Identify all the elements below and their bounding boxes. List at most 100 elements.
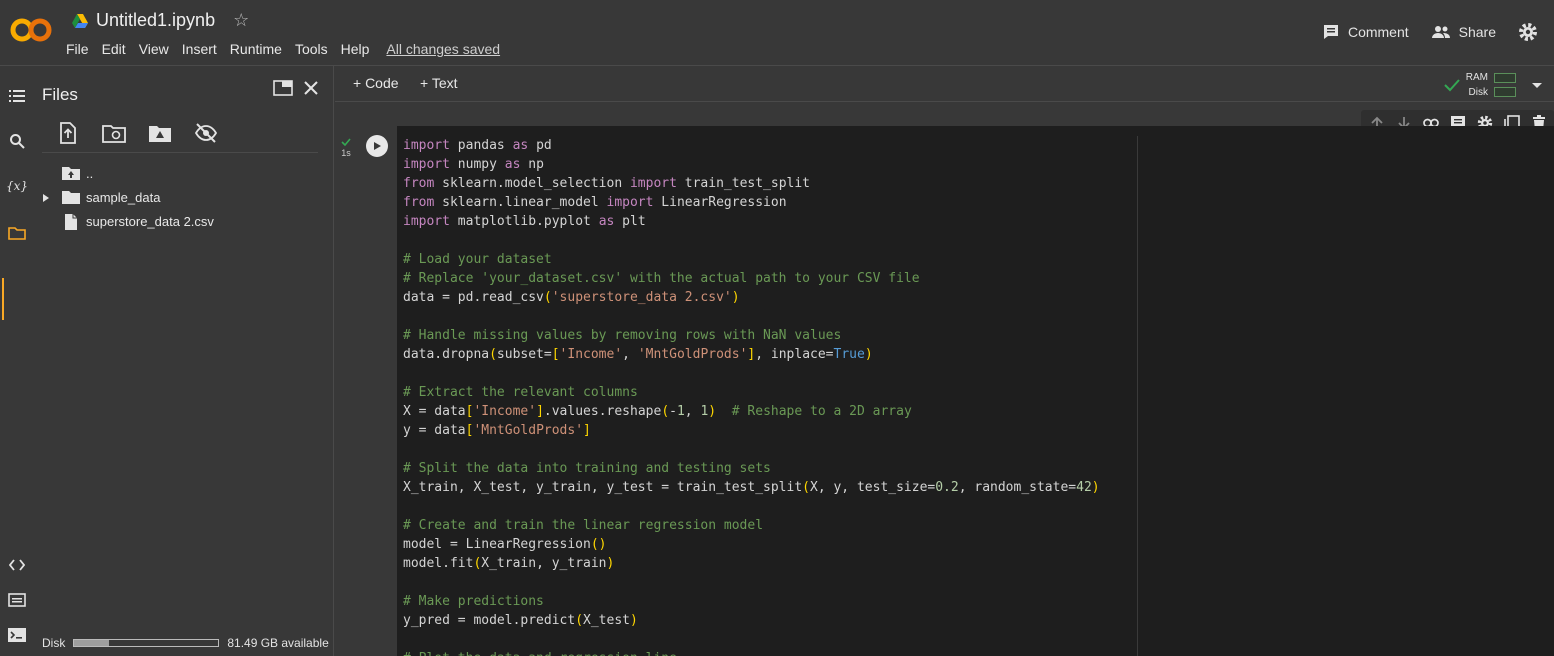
code-cell-editor[interactable]: import pandas as pd import numpy as np fro… <box>397 126 1554 656</box>
code-line: import pandas as pd <box>403 138 552 153</box>
command-palette-icon[interactable] <box>7 590 27 610</box>
code-line: import matplotlib.pyplot as plt <box>403 214 646 229</box>
caret-right-icon[interactable] <box>42 193 50 203</box>
files-panel: Files .. sample_data superstore_data 2.c… <box>34 66 334 656</box>
menu-file[interactable]: File <box>66 41 89 57</box>
resource-bars <box>1494 73 1516 97</box>
colab-logo[interactable] <box>10 16 52 44</box>
variables-icon[interactable]: {x} <box>6 176 28 196</box>
code-line: # Extract the relevant columns <box>403 385 638 400</box>
file-actions <box>56 122 218 144</box>
add-text-button[interactable]: + Text <box>420 75 458 91</box>
code-line: # Handle missing values by removing rows… <box>403 328 842 343</box>
menu-help[interactable]: Help <box>341 41 370 57</box>
menu-runtime[interactable]: Runtime <box>230 41 282 57</box>
code-line: import numpy as np <box>403 157 544 172</box>
menu-view[interactable]: View <box>139 41 169 57</box>
notebook-area: 1s import pandas as pd import numpy as np… <box>335 102 1554 656</box>
disk-res-label: Disk <box>1468 87 1488 98</box>
code-line: model.fit(X_train, y_train) <box>403 556 615 571</box>
add-code-button[interactable]: + Code <box>353 75 399 91</box>
disk-label: Disk <box>42 636 66 650</box>
star-icon[interactable]: ☆ <box>233 10 249 31</box>
menu-insert[interactable]: Insert <box>182 41 217 57</box>
save-status-link[interactable]: All changes saved <box>386 41 500 57</box>
folder-icon <box>62 191 80 204</box>
code-content[interactable]: import pandas as pd import numpy as np fro… <box>403 136 1100 656</box>
files-panel-title: Files <box>42 85 78 104</box>
line-length-ruler <box>1137 136 1138 656</box>
mount-drive-icon[interactable] <box>148 122 172 144</box>
ram-bar <box>1494 73 1516 83</box>
notebook-title[interactable]: Untitled1.ipynb <box>96 10 215 31</box>
search-icon[interactable] <box>7 131 27 151</box>
refresh-folder-icon[interactable] <box>102 122 126 144</box>
tree-item-label: .. <box>86 166 94 181</box>
comment-icon <box>1323 25 1338 39</box>
disk-usage-fill <box>74 640 109 646</box>
code-line: # Replace 'your_dataset.csv' with the ac… <box>403 271 920 286</box>
execution-status: 1s <box>340 138 352 158</box>
divider <box>42 152 318 153</box>
close-icon[interactable] <box>303 80 319 96</box>
menu-tools[interactable]: Tools <box>295 41 328 57</box>
gear-icon[interactable] <box>1518 22 1538 42</box>
chevron-down-icon[interactable] <box>1530 80 1544 90</box>
code-line: # Split the data into training and testi… <box>403 461 771 476</box>
app-header: Untitled1.ipynb ☆ File Edit View Insert … <box>0 0 1554 66</box>
folder-icon[interactable] <box>7 223 27 243</box>
comment-label: Comment <box>1347 24 1409 40</box>
check-icon <box>1444 79 1460 92</box>
upload-file-icon[interactable] <box>56 122 80 144</box>
code-line: ​ <box>403 630 1100 649</box>
code-line: y = data['MntGoldProds'] <box>403 423 591 438</box>
resource-monitor[interactable]: RAM Disk <box>1444 70 1544 100</box>
code-line: data = pd.read_csv('superstore_data 2.cs… <box>403 290 740 305</box>
hide-files-icon[interactable] <box>194 122 218 144</box>
file-icon <box>65 214 77 230</box>
run-cell-button[interactable] <box>366 135 388 157</box>
code-line: # Plot the data and regression line <box>403 649 1100 656</box>
menu-edit[interactable]: Edit <box>102 41 126 57</box>
code-line: X = data['Income'].values.reshape(-1, 1)… <box>403 404 912 419</box>
code-line: # Make predictions <box>403 594 544 609</box>
code-line: from sklearn.model_selection import trai… <box>403 176 811 191</box>
play-icon <box>374 142 381 150</box>
terminal-icon[interactable] <box>7 625 27 645</box>
comment-button[interactable]: Comment <box>1322 23 1409 41</box>
active-indicator <box>2 278 4 320</box>
menu-bar: File Edit View Insert Runtime Tools Help… <box>66 41 500 57</box>
disk-usage-bar <box>73 639 220 647</box>
share-label: Share <box>1458 24 1496 40</box>
people-icon <box>1431 26 1450 38</box>
disk-usage: Disk 81.49 GB available <box>42 636 329 650</box>
toc-icon[interactable] <box>7 86 27 106</box>
tree-item-label: sample_data <box>86 190 161 205</box>
code-line: ​ <box>403 573 1100 592</box>
share-button[interactable]: Share <box>1431 24 1496 40</box>
code-line: ​ <box>403 364 1100 383</box>
files-panel-controls <box>273 80 319 96</box>
notebook-toolbar: + Code + Text RAM Disk <box>335 66 1554 102</box>
code-line: # Create and train the linear regression… <box>403 518 764 533</box>
disk-available-text: 81.49 GB available <box>227 636 329 650</box>
code-line: y_pred = model.predict(X_test) <box>403 613 638 628</box>
ram-label: RAM <box>1465 72 1488 83</box>
execution-time: 1s <box>341 148 351 158</box>
disk-bar <box>1494 87 1516 97</box>
code-line: ​ <box>403 307 1100 326</box>
code-line: data.dropna(subset=['Income', 'MntGoldPr… <box>403 347 873 362</box>
code-line: X_train, X_test, y_train, y_test = train… <box>403 480 1100 495</box>
code-line: ​ <box>403 497 1100 516</box>
open-in-tab-icon[interactable] <box>273 80 293 96</box>
code-line: # Load your dataset <box>403 252 552 267</box>
check-icon <box>341 138 351 147</box>
code-line: model = LinearRegression() <box>403 537 607 552</box>
resource-labels: RAM Disk <box>1466 70 1488 100</box>
header-actions: Comment Share <box>1322 22 1538 42</box>
code-line: ​ <box>403 440 1100 459</box>
side-rail: {x} <box>0 66 34 656</box>
title-row: Untitled1.ipynb ☆ <box>72 10 249 31</box>
drive-icon[interactable] <box>72 13 88 28</box>
code-snippets-icon[interactable] <box>7 555 27 575</box>
